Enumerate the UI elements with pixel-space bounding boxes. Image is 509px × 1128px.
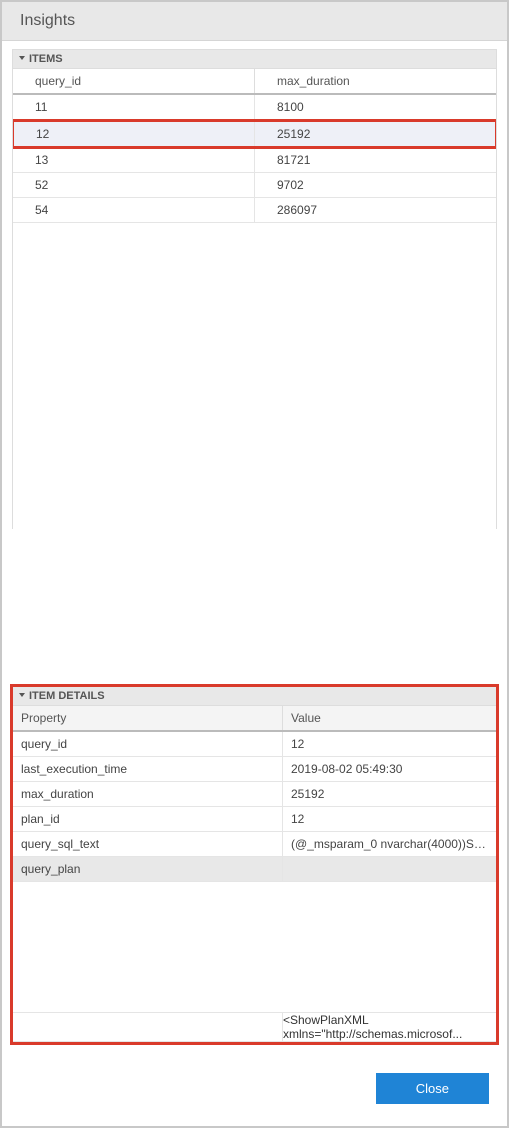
content-area: ITEMS query_id max_duration 118100122519…	[2, 41, 507, 1055]
table-row[interactable]: 1381721	[13, 148, 496, 173]
details-header: Property Value	[13, 706, 496, 732]
details-row[interactable]: query_plan	[13, 857, 496, 882]
details-row[interactable]: query_id12	[13, 732, 496, 757]
grid-header: query_id max_duration	[13, 69, 496, 95]
detail-property: plan_id	[13, 807, 283, 831]
detail-property: max_duration	[13, 782, 283, 806]
items-grid: query_id max_duration 118100122519213817…	[12, 69, 497, 529]
detail-value: 12	[283, 732, 496, 756]
cell-query-id: 13	[13, 148, 255, 172]
details-row[interactable]: plan_id12	[13, 807, 496, 832]
details-section-header[interactable]: ITEM DETAILS	[13, 687, 496, 706]
plan-xml-prop	[13, 1013, 283, 1041]
detail-value: (@_msparam_0 nvarchar(4000))SELECT	[283, 832, 496, 856]
details-row[interactable]: query_sql_text(@_msparam_0 nvarchar(4000…	[13, 832, 496, 857]
col-property[interactable]: Property	[13, 706, 283, 730]
collapse-icon	[19, 56, 25, 60]
detail-property: query_plan	[13, 857, 283, 881]
cell-query-id: 11	[13, 95, 255, 119]
cell-max-duration: 81721	[255, 148, 496, 172]
details-table: Property Value query_id12last_execution_…	[13, 706, 496, 882]
cell-query-id: 54	[13, 198, 255, 222]
detail-property: query_sql_text	[13, 832, 283, 856]
detail-property: query_id	[13, 732, 283, 756]
detail-property: last_execution_time	[13, 757, 283, 781]
detail-value: 25192	[283, 782, 496, 806]
cell-max-duration: 9702	[255, 173, 496, 197]
dialog-title: Insights	[2, 2, 507, 41]
table-row[interactable]: 1225192	[12, 119, 497, 149]
items-section-header[interactable]: ITEMS	[12, 49, 497, 69]
cell-max-duration: 25192	[255, 122, 495, 146]
table-row[interactable]: 529702	[13, 173, 496, 198]
table-row[interactable]: 118100	[13, 95, 496, 120]
details-row[interactable]: last_execution_time2019-08-02 05:49:30	[13, 757, 496, 782]
plan-xml-value: <ShowPlanXML xmlns="http://schemas.micro…	[283, 1013, 496, 1041]
col-value[interactable]: Value	[283, 706, 496, 730]
cell-max-duration: 8100	[255, 95, 496, 119]
detail-value: 2019-08-02 05:49:30	[283, 757, 496, 781]
collapse-icon	[19, 693, 25, 697]
detail-value: 12	[283, 807, 496, 831]
plan-area: <ShowPlanXML xmlns="http://schemas.micro…	[13, 882, 496, 1042]
cell-query-id: 52	[13, 173, 255, 197]
plan-xml-row[interactable]: <ShowPlanXML xmlns="http://schemas.micro…	[13, 1012, 496, 1042]
item-details-highlight: ITEM DETAILS Property Value query_id12la…	[10, 684, 499, 1045]
col-max-duration[interactable]: max_duration	[255, 69, 496, 93]
button-bar: Close	[2, 1055, 507, 1126]
items-section-label: ITEMS	[29, 53, 63, 65]
cell-max-duration: 286097	[255, 198, 496, 222]
detail-value	[283, 857, 496, 881]
close-button[interactable]: Close	[376, 1073, 489, 1104]
cell-query-id: 12	[14, 122, 255, 146]
details-row[interactable]: max_duration25192	[13, 782, 496, 807]
col-query-id[interactable]: query_id	[13, 69, 255, 93]
table-row[interactable]: 54286097	[13, 198, 496, 223]
details-section-label: ITEM DETAILS	[29, 690, 105, 702]
